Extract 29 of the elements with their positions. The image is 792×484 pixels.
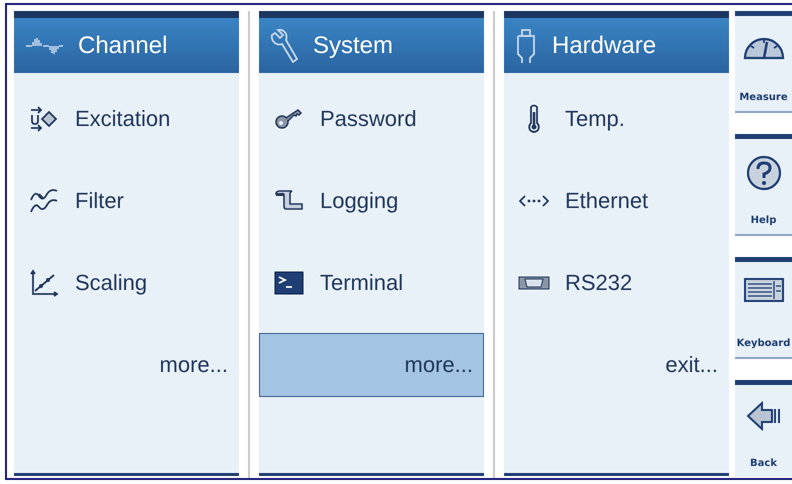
menu-item[interactable]: Filter (14, 169, 239, 233)
side-button[interactable]: Keyboard (735, 257, 792, 359)
terminal-icon (272, 271, 306, 295)
menu-title: Hardware (552, 32, 656, 60)
scroll-icon (272, 190, 306, 212)
menu-item[interactable]: Scaling (14, 251, 239, 315)
back-arrow-icon (746, 401, 782, 431)
menu-title: System (313, 32, 394, 60)
keyboard-icon (744, 278, 784, 302)
more-button[interactable]: more... (14, 333, 239, 397)
menu-title: Channel (78, 32, 168, 60)
more-button[interactable]: more... (259, 333, 484, 397)
side-button[interactable]: Help (735, 134, 792, 236)
side-button[interactable]: Back (735, 380, 792, 477)
menu-item[interactable]: Password (259, 87, 484, 151)
network-arrows-icon (517, 194, 551, 208)
wrench-icon (269, 28, 299, 62)
more-button[interactable]: exit... (504, 333, 729, 397)
menu-item[interactable]: Ethernet (504, 169, 729, 233)
menu-item[interactable]: Temp. (504, 87, 729, 151)
menu-item[interactable]: Terminal (259, 251, 484, 315)
side-button[interactable]: Measure (735, 11, 792, 113)
serial-port-icon (517, 275, 551, 291)
plug-icon (514, 28, 538, 64)
wave-icon (24, 36, 64, 56)
menu-item[interactable]: RS232 (504, 251, 729, 315)
menu-item[interactable]: Excitation (14, 87, 239, 151)
menu-item[interactable]: Logging (259, 169, 484, 233)
help-icon (746, 155, 782, 191)
